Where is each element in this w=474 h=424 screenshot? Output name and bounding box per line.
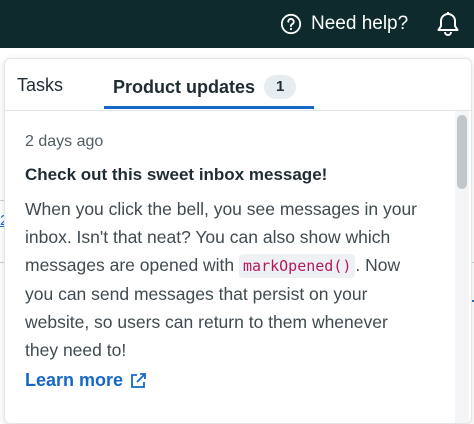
scrollbar-thumb[interactable]: [457, 115, 467, 189]
external-link-icon: [131, 372, 146, 388]
need-help-button[interactable]: Need help?: [280, 11, 408, 37]
code-snippet: markOpened(): [239, 254, 356, 278]
message-timestamp: 2 days ago: [25, 133, 104, 150]
inbox-tabs: Tasks Product updates 1: [5, 59, 471, 111]
tab-product-updates-label: Product updates: [113, 76, 256, 97]
active-tab-indicator: [104, 106, 314, 109]
learn-more-label: Learn more: [25, 370, 124, 390]
message-title: Check out this sweet inbox message!: [25, 165, 328, 184]
bell-icon[interactable]: [436, 11, 460, 37]
inbox-message[interactable]: 2 days ago Check out this sweet inbox me…: [25, 133, 425, 391]
tab-product-updates[interactable]: Product updates 1: [113, 75, 297, 99]
need-help-label: Need help?: [311, 13, 409, 34]
learn-more-link[interactable]: Learn more: [25, 370, 147, 391]
tab-tasks[interactable]: Tasks: [17, 75, 63, 96]
message-body: When you click the bell, you see message…: [25, 195, 425, 364]
unread-count-badge: 1: [264, 75, 297, 99]
question-circle-icon: [280, 13, 302, 35]
top-bar: Need help?: [0, 0, 474, 48]
inbox-popover: Tasks Product updates 1 2 days ago Check…: [4, 58, 472, 424]
